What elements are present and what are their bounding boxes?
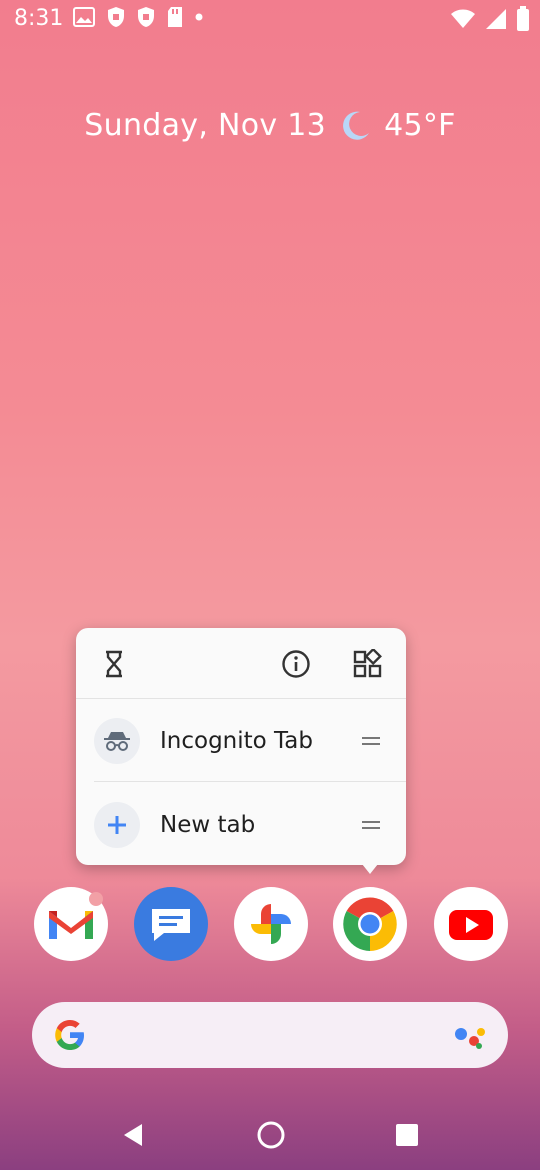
info-icon: [282, 650, 310, 678]
moon-icon: [343, 111, 370, 140]
shortcut-label: Incognito Tab: [160, 728, 313, 754]
shortcut-icon-container: [94, 718, 140, 764]
navigation-bar: [0, 1100, 540, 1170]
sd-card-icon: [168, 7, 182, 27]
shortcut-icon-container: [94, 802, 140, 848]
shortcut-divider: [94, 781, 406, 782]
back-icon[interactable]: [118, 1120, 148, 1150]
glance-date[interactable]: Sunday, Nov 13: [84, 108, 326, 143]
app-info-button[interactable]: [276, 644, 316, 684]
google-g-icon[interactable]: [52, 1017, 88, 1053]
battery-icon: [517, 6, 529, 31]
status-left-icons: [72, 6, 204, 28]
widgets-button[interactable]: [348, 644, 388, 684]
youtube-app-icon[interactable]: [434, 887, 508, 961]
widgets-icon: [353, 649, 382, 678]
drag-handle-icon[interactable]: [362, 736, 380, 746]
popup-top-actions: [76, 628, 406, 698]
recents-icon[interactable]: [392, 1120, 422, 1150]
status-right-icons: [450, 6, 530, 32]
home-icon[interactable]: [256, 1120, 286, 1150]
shortcut-new-tab[interactable]: New tab: [76, 786, 406, 862]
popup-divider: [76, 698, 406, 699]
at-a-glance-widget[interactable]: Sunday, Nov 13 45°F: [0, 108, 540, 143]
gmail-icon: [49, 892, 103, 939]
app-timer-button[interactable]: [94, 644, 134, 684]
wifi-icon: [451, 9, 475, 28]
status-bar: 8:31: [0, 0, 540, 40]
hourglass-icon: [106, 650, 122, 678]
plus-icon: [108, 816, 126, 834]
app-shortcuts-popup: Incognito Tab New tab: [76, 628, 406, 865]
incognito-icon: [104, 732, 130, 751]
assistant-icon[interactable]: [454, 1020, 488, 1050]
signal-icon: [486, 9, 506, 29]
gmail-app-icon[interactable]: [34, 887, 108, 961]
messages-icon: [152, 909, 190, 941]
shield-icon: [138, 7, 154, 27]
chrome-app-icon[interactable]: [333, 887, 407, 961]
photos-icon: [251, 904, 291, 944]
popup-pointer: [362, 864, 378, 874]
gallery-icon: [73, 7, 95, 27]
drag-handle-icon[interactable]: [362, 820, 380, 830]
shield-icon: [108, 7, 124, 27]
shortcut-label: New tab: [160, 812, 256, 838]
google-search-bar[interactable]: [32, 1002, 508, 1068]
notification-dot-icon: [195, 13, 203, 21]
chrome-icon: [343, 897, 397, 951]
glance-temperature[interactable]: 45°F: [384, 108, 456, 143]
photos-app-icon[interactable]: [234, 887, 308, 961]
shortcut-incognito-tab[interactable]: Incognito Tab: [76, 702, 406, 778]
youtube-icon: [449, 910, 493, 940]
status-time: 8:31: [14, 6, 64, 31]
messages-app-icon[interactable]: [134, 887, 208, 961]
